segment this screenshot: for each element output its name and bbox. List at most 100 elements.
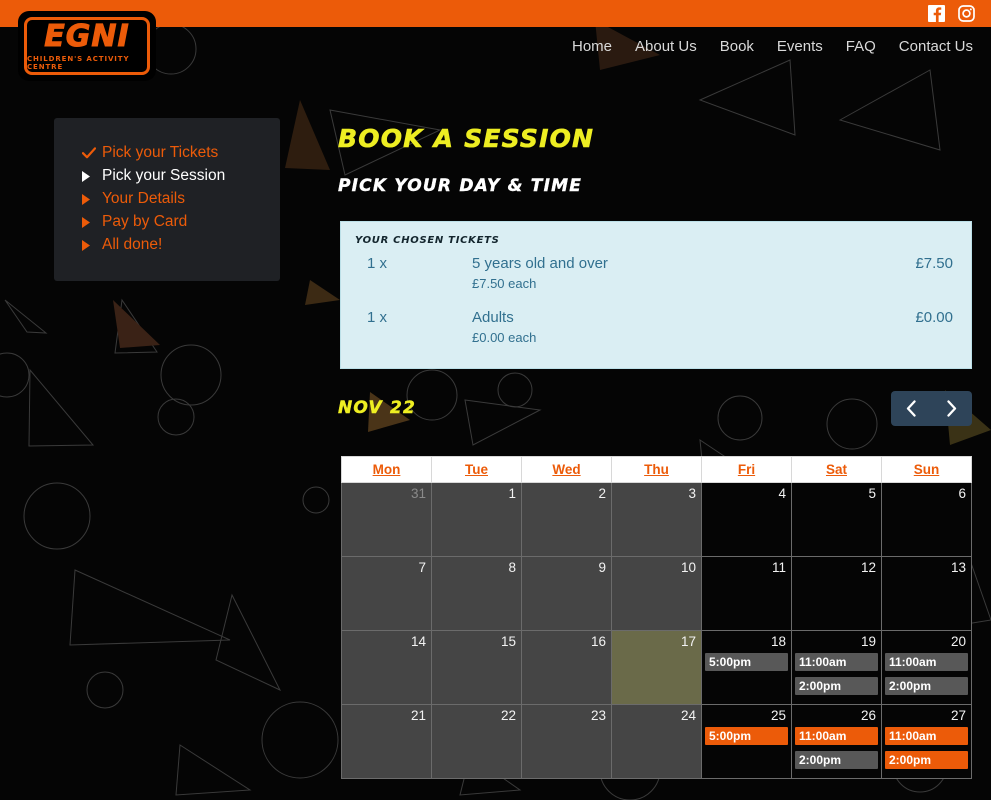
calendar-day-cell: 12 <box>791 556 882 631</box>
main-navigation: Home About Us Book Events FAQ Contact Us <box>572 38 973 55</box>
section-title: PICK YOUR DAY & TIME <box>338 176 583 196</box>
session-slot-unavailable: 2:00pm <box>885 677 968 695</box>
caret-right-icon <box>82 170 102 182</box>
calendar-day-cell: 14 <box>341 630 432 705</box>
facebook-link[interactable] <box>928 5 945 22</box>
calendar-day-cell: 13 <box>881 556 972 631</box>
calendar-body: 31 1 2 3 4 5 6 7 8 9 10 11 12 13 14 15 16 17 18 5:00pm 19 11:… <box>341 482 972 779</box>
calendar-day-cell[interactable]: 19 11:00am 2:00pm <box>791 630 882 705</box>
ticket-unit-price: £7.50 each <box>472 276 537 291</box>
nav-item-about-us[interactable]: About Us <box>635 38 697 55</box>
calendar-day-number: 12 <box>860 560 876 575</box>
ticket-quantity: 1 x <box>367 255 388 272</box>
calendar-day-cell: 9 <box>521 556 612 631</box>
session-calendar: Mon Tue Wed Thu Fri Sat Sun 31 1 2 3 4 5 6 7 8 9 1… <box>341 456 972 779</box>
next-month-button[interactable] <box>932 391 973 426</box>
instagram-icon <box>958 5 975 22</box>
session-slot-available[interactable]: 11:00am <box>795 727 878 745</box>
weekday-tue: Tue <box>431 456 522 483</box>
ticket-line-total: £0.00 <box>915 309 953 326</box>
calendar-day-cell[interactable]: 18 5:00pm <box>701 630 792 705</box>
logo-tagline: CHILDREN'S ACTIVITY CENTRE <box>27 54 130 71</box>
calendar-week-row: 14 15 16 17 18 5:00pm 19 11:00am 2:00pm 20 11:00am… <box>341 630 972 705</box>
calendar-day-number: 11 <box>771 560 786 575</box>
chevron-left-icon <box>906 400 916 417</box>
calendar-day-cell[interactable]: 26 11:00am 2:00pm <box>791 704 882 779</box>
session-slot-available[interactable]: 11:00am <box>885 727 968 745</box>
caret-right-icon <box>82 193 102 205</box>
calendar-day-cell[interactable]: 25 5:00pm <box>701 704 792 779</box>
calendar-day-cell: 1 <box>431 482 522 557</box>
chevron-right-icon <box>947 400 957 417</box>
weekday-sun: Sun <box>881 456 972 483</box>
session-slot-unavailable: 11:00am <box>885 653 968 671</box>
page-root: EGNI CHILDREN'S ACTIVITY CENTRE Home Abo… <box>0 0 991 800</box>
nav-item-home[interactable]: Home <box>572 38 612 55</box>
session-slot-available[interactable]: 2:00pm <box>885 751 968 769</box>
weekday-thu: Thu <box>611 456 702 483</box>
calendar-day-number: 25 <box>770 708 786 723</box>
ticket-row: 1 x 5 years old and over £7.50 each £7.5… <box>355 255 953 309</box>
logo-frame: EGNI CHILDREN'S ACTIVITY CENTRE <box>24 17 150 75</box>
instagram-link[interactable] <box>958 5 975 22</box>
facebook-icon <box>928 5 945 22</box>
step-pay-by-card[interactable]: Pay by Card <box>82 211 280 233</box>
calendar-day-number: 7 <box>418 560 426 575</box>
prev-month-button[interactable] <box>891 391 932 426</box>
ticket-quantity: 1 x <box>367 309 388 326</box>
nav-item-book[interactable]: Book <box>720 38 754 55</box>
calendar-day-number: 5 <box>868 486 876 501</box>
booking-steps-panel: Pick your Tickets Pick your Session Your… <box>54 118 280 281</box>
calendar-day-cell[interactable]: 20 11:00am 2:00pm <box>881 630 972 705</box>
calendar-day-number: 27 <box>950 708 966 723</box>
calendar-day-number: 10 <box>680 560 696 575</box>
calendar-day-number: 26 <box>860 708 876 723</box>
calendar-day-cell: 17 <box>611 630 702 705</box>
caret-right-icon <box>82 216 102 228</box>
calendar-day-number: 23 <box>590 708 606 723</box>
calendar-day-cell: 10 <box>611 556 702 631</box>
calendar-day-cell: 4 <box>701 482 792 557</box>
calendar-day-number: 21 <box>410 708 426 723</box>
session-slot-available[interactable]: 5:00pm <box>705 727 788 745</box>
calendar-day-cell: 2 <box>521 482 612 557</box>
calendar-day-cell: 21 <box>341 704 432 779</box>
calendar-day-number: 8 <box>508 560 516 575</box>
calendar-day-cell: 16 <box>521 630 612 705</box>
ticket-name: 5 years old and over <box>472 255 608 272</box>
step-label: Your Details <box>102 190 186 207</box>
weekday-sat: Sat <box>791 456 882 483</box>
calendar-day-cell: 6 <box>881 482 972 557</box>
calendar-day-number: 6 <box>958 486 966 501</box>
step-label: Pick your Tickets <box>102 144 219 161</box>
site-logo[interactable]: EGNI CHILDREN'S ACTIVITY CENTRE <box>18 11 156 81</box>
calendar-day-number: 1 <box>508 486 516 501</box>
nav-item-faq[interactable]: FAQ <box>846 38 876 55</box>
step-pick-your-session[interactable]: Pick your Session <box>82 165 280 187</box>
step-all-done[interactable]: All done! <box>82 234 280 256</box>
logo-wordmark: EGNI <box>44 18 130 54</box>
nav-item-events[interactable]: Events <box>777 38 823 55</box>
calendar-day-number: 31 <box>410 486 426 501</box>
step-pick-your-tickets[interactable]: Pick your Tickets <box>82 142 280 164</box>
calendar-day-cell[interactable]: 27 11:00am 2:00pm <box>881 704 972 779</box>
session-slot-unavailable: 11:00am <box>795 653 878 671</box>
weekday-wed: Wed <box>521 456 612 483</box>
calendar-month-label: NOV 22 <box>338 398 417 418</box>
nav-item-contact-us[interactable]: Contact Us <box>899 38 973 55</box>
ticket-row: 1 x Adults £0.00 each £0.00 <box>355 309 953 363</box>
calendar-day-number: 17 <box>680 634 696 649</box>
calendar-week-row: 21 22 23 24 25 5:00pm 26 11:00am 2:00pm 27 11:00am… <box>341 704 972 779</box>
step-your-details[interactable]: Your Details <box>82 188 280 210</box>
calendar-day-number: 4 <box>778 486 786 501</box>
calendar-day-cell: 31 <box>341 482 432 557</box>
caret-right-icon <box>82 239 102 251</box>
calendar-day-cell: 22 <box>431 704 522 779</box>
ticket-unit-price: £0.00 each <box>472 330 537 345</box>
calendar-week-row: 7 8 9 10 11 12 13 <box>341 556 972 631</box>
chosen-tickets-panel: YOUR CHOSEN TICKETS 1 x 5 years old and … <box>340 221 972 369</box>
calendar-day-number: 14 <box>410 634 426 649</box>
calendar-day-number: 16 <box>590 634 606 649</box>
ticket-line-total: £7.50 <box>915 255 953 272</box>
calendar-day-cell: 24 <box>611 704 702 779</box>
